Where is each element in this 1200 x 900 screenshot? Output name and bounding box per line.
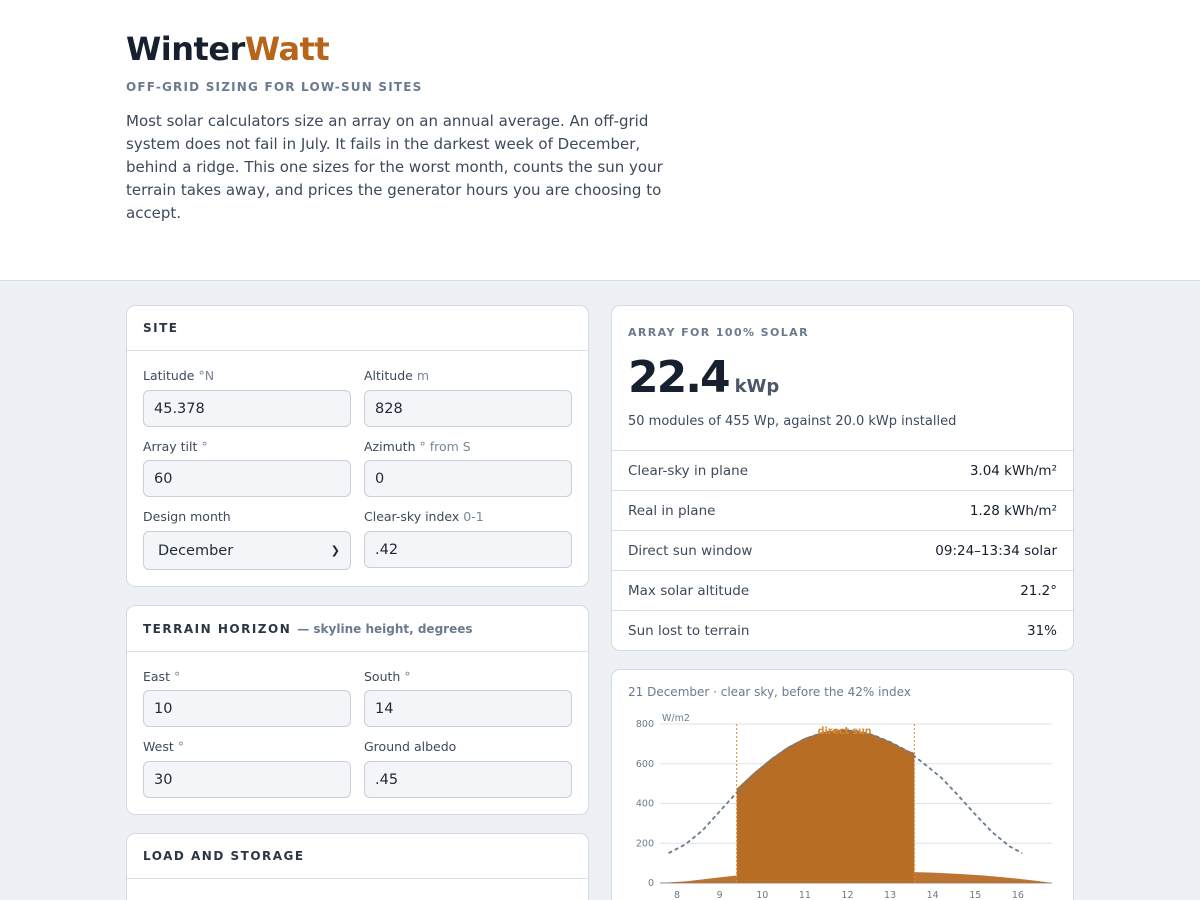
irradiance-chart-card: 21 December · clear sky, before the 42% … xyxy=(611,669,1074,900)
site-card-header: SITE xyxy=(127,306,588,351)
albedo-input[interactable]: .45 xyxy=(364,761,572,798)
azimuth-input[interactable]: 0 xyxy=(364,460,572,497)
stat-row: Real in plane 1.28 kWh/m² xyxy=(612,490,1073,530)
y-tick-label: 800 xyxy=(636,719,654,730)
west-input[interactable]: 30 xyxy=(143,761,351,798)
horizon-card-header: TERRAIN HORIZON — skyline height, degree… xyxy=(127,606,588,652)
horizon-card-title: TERRAIN HORIZON xyxy=(143,621,292,636)
x-tick-label: 14 xyxy=(927,890,939,900)
result-value: 22.4 xyxy=(628,352,731,403)
stat-row: Max solar altitude 21.2° xyxy=(612,570,1073,610)
chevron-down-icon: ❯ xyxy=(330,544,340,557)
x-tick-label: 11 xyxy=(799,890,811,900)
stat-row: Direct sun window 09:24–13:34 solar xyxy=(612,530,1073,570)
result-stats: Clear-sky in plane 3.04 kWh/m² Real in pl… xyxy=(612,450,1073,650)
horizon-card: TERRAIN HORIZON — skyline height, degree… xyxy=(126,605,589,815)
azimuth-label: Azimuth ° from S xyxy=(364,439,471,454)
chart-caption: 21 December · clear sky, before the 42% … xyxy=(628,685,911,699)
design-month-label: Design month xyxy=(143,509,231,524)
altitude-label: Altitude m xyxy=(364,368,430,383)
intro-text: Most solar calculators size an array on … xyxy=(126,112,663,222)
x-tick-label: 12 xyxy=(841,890,853,900)
clearsky-input[interactable]: .42 xyxy=(364,531,572,568)
tagline: OFF-GRID SIZING FOR LOW-SUN SITES xyxy=(126,80,423,94)
load-card: LOAD AND STORAGE xyxy=(126,833,589,900)
result-summary: 50 modules of 455 Wp, against 20.0 kWp i… xyxy=(628,414,957,429)
y-axis-label: W/m2 xyxy=(662,713,690,724)
brand-word-1: Winter xyxy=(126,30,245,68)
altitude-input[interactable]: 828 xyxy=(364,390,572,427)
y-tick-label: 400 xyxy=(636,799,654,810)
direct-sun-area xyxy=(736,729,915,883)
brand-logo: WinterWatt xyxy=(126,30,330,68)
load-card-title: LOAD AND STORAGE xyxy=(143,849,305,863)
south-input[interactable]: 14 xyxy=(364,690,572,727)
latitude-input[interactable]: 45.378 xyxy=(143,390,351,427)
x-tick-label: 8 xyxy=(674,890,680,900)
west-label: West ° xyxy=(143,739,184,754)
tilt-label: Array tilt ° xyxy=(143,439,208,454)
stat-row: Clear-sky in plane 3.04 kWh/m² xyxy=(612,450,1073,490)
y-tick-label: 200 xyxy=(636,838,654,849)
brand-word-2: Watt xyxy=(244,30,330,68)
clearsky-label: Clear-sky index 0-1 xyxy=(364,509,484,524)
result-card: ARRAY FOR 100% SOLAR 22.4 kWp 50 modules… xyxy=(611,305,1074,651)
hero-header: WinterWatt OFF-GRID SIZING FOR LOW-SUN S… xyxy=(0,0,1200,281)
x-tick-label: 16 xyxy=(1012,890,1024,900)
result-headline: 22.4 kWp xyxy=(628,352,779,403)
south-label: South ° xyxy=(364,669,411,684)
direct-sun-annotation: direct sun xyxy=(818,726,872,737)
site-card: SITE Latitude °N 45.378 Altitude m 828 A… xyxy=(126,305,589,587)
east-input[interactable]: 10 xyxy=(143,690,351,727)
irradiance-chart: 0 200 400 600 800 W/m2 8 9 10 11 12 13 14 15 16 direct … xyxy=(636,713,1052,900)
x-tick-label: 10 xyxy=(756,890,768,900)
tilt-input[interactable]: 60 xyxy=(143,460,351,497)
result-unit: kWp xyxy=(734,376,780,397)
x-tick-label: 9 xyxy=(717,890,723,900)
stat-row: Sun lost to terrain 31% xyxy=(612,610,1073,650)
horizon-card-subtitle: — skyline height, degrees xyxy=(297,621,473,636)
x-tick-label: 15 xyxy=(969,890,981,900)
albedo-label: Ground albedo xyxy=(364,739,457,754)
x-tick-label: 13 xyxy=(884,890,896,900)
result-eyebrow: ARRAY FOR 100% SOLAR xyxy=(628,326,809,339)
design-month-select[interactable]: December ❯ xyxy=(143,531,351,570)
east-label: East ° xyxy=(143,669,181,684)
y-tick-label: 0 xyxy=(648,878,654,889)
load-card-header: LOAD AND STORAGE xyxy=(127,834,588,879)
site-card-title: SITE xyxy=(143,321,179,335)
latitude-label: Latitude °N xyxy=(143,368,215,383)
y-tick-label: 600 xyxy=(636,759,654,770)
